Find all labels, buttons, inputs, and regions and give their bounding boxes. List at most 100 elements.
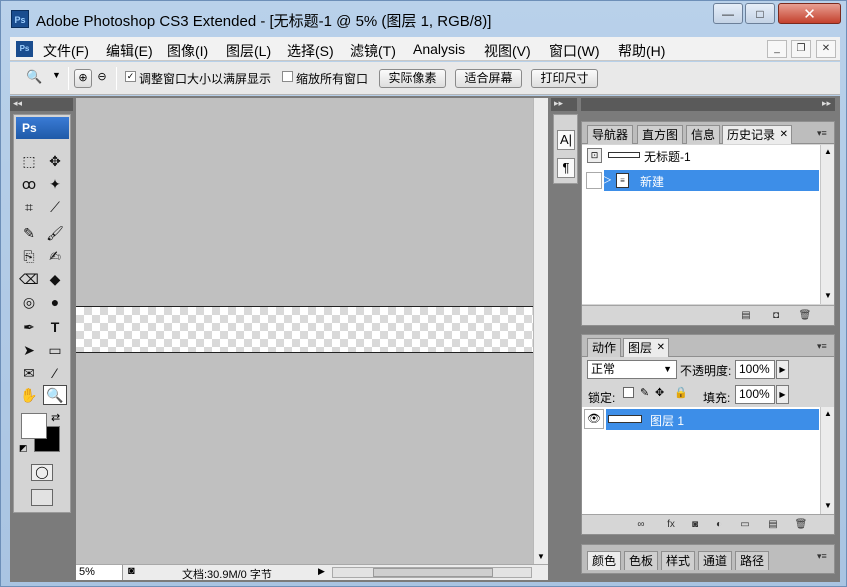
camera-icon[interactable]: ◘: [769, 310, 783, 322]
crop-tool-icon[interactable]: ⌗: [17, 197, 41, 217]
opacity-field[interactable]: 100%: [735, 360, 775, 379]
tab-navigator[interactable]: 导航器: [587, 125, 634, 144]
status-info-icon[interactable]: ◙: [128, 565, 135, 577]
trash-icon[interactable]: 🗑: [798, 310, 812, 322]
scroll-up-icon[interactable]: ▲: [824, 147, 832, 156]
menu-select[interactable]: 选择(S): [287, 41, 334, 61]
lock-move-icon[interactable]: ✥: [655, 386, 664, 399]
new-group-icon[interactable]: ▭: [738, 519, 752, 531]
screen-mode-icon[interactable]: [31, 489, 53, 506]
resize-windows-checkbox[interactable]: ✓: [125, 71, 136, 82]
zoom-in-button[interactable]: ⊕: [74, 69, 92, 88]
new-layer-icon[interactable]: ▤: [766, 519, 780, 531]
visibility-eye-icon[interactable]: 👁: [584, 409, 604, 429]
scroll-up-icon[interactable]: ▲: [824, 409, 832, 418]
panel-menu-icon[interactable]: ▾≡: [817, 551, 831, 561]
new-document-from-state-icon[interactable]: ▤: [739, 310, 753, 322]
tab-histogram[interactable]: 直方图: [637, 125, 684, 144]
snapshot-source-icon[interactable]: ⊡: [587, 148, 602, 163]
vertical-scrollbar[interactable]: ▼: [533, 98, 548, 564]
dodge-tool-icon[interactable]: ●: [43, 292, 67, 312]
menu-image[interactable]: 图像(I): [167, 41, 208, 61]
history-state-row[interactable]: ▷ ≡ 新建: [602, 170, 819, 191]
doc-minimize-button[interactable]: _: [767, 40, 787, 58]
close-tab-icon[interactable]: ✕: [657, 339, 665, 357]
tab-channels[interactable]: 通道: [698, 551, 733, 570]
toolbox-collapse-bar[interactable]: ◂◂: [10, 98, 73, 111]
healing-brush-tool-icon[interactable]: ✎: [17, 223, 41, 243]
menu-edit[interactable]: 编辑(E): [106, 41, 153, 61]
zoom-all-windows-checkbox[interactable]: [282, 71, 293, 82]
collapse-arrows-icon[interactable]: ▸▸: [822, 98, 831, 109]
zoom-tool-icon[interactable]: 🔍: [43, 385, 67, 405]
adjustment-layer-icon[interactable]: ◐: [712, 519, 726, 531]
pen-tool-icon[interactable]: ✒: [17, 317, 41, 337]
lock-transparency-icon[interactable]: [623, 387, 634, 398]
paint-bucket-tool-icon[interactable]: ◆: [43, 269, 67, 289]
lock-brush-icon[interactable]: ✎: [640, 386, 649, 399]
scroll-thumb[interactable]: [373, 568, 493, 577]
type-tool-icon[interactable]: T: [43, 317, 67, 337]
panel-menu-icon[interactable]: ▾≡: [817, 128, 831, 138]
trash-icon[interactable]: 🗑: [794, 519, 808, 531]
rectangle-tool-icon[interactable]: ▭: [43, 340, 67, 360]
lasso-tool-icon[interactable]: ꝏ: [17, 174, 41, 194]
tab-info[interactable]: 信息: [686, 125, 721, 144]
print-size-button[interactable]: 打印尺寸: [531, 69, 598, 88]
document-menu-icon[interactable]: Ps: [16, 41, 33, 57]
move-tool-icon[interactable]: ✥: [43, 151, 67, 171]
swap-colors-icon[interactable]: ⇄: [51, 411, 60, 424]
chevron-down-icon[interactable]: ▼: [52, 70, 61, 80]
clone-stamp-tool-icon[interactable]: ⎘: [17, 246, 41, 266]
menu-window[interactable]: 窗口(W): [549, 41, 600, 61]
brush-tool-icon[interactable]: 🖌: [43, 223, 67, 243]
actual-pixels-button[interactable]: 实际像素: [379, 69, 446, 88]
history-scrollbar[interactable]: ▲ ▼: [820, 145, 834, 304]
zoom-out-button[interactable]: ⊖: [94, 69, 110, 88]
layers-scrollbar[interactable]: ▲ ▼: [820, 407, 834, 514]
menu-layer[interactable]: 图层(L): [226, 41, 271, 61]
tab-swatches[interactable]: 色板: [624, 551, 659, 570]
tab-actions[interactable]: 动作: [587, 338, 622, 357]
tab-styles[interactable]: 样式: [661, 551, 696, 570]
close-button[interactable]: ✕: [778, 3, 841, 24]
menu-filter[interactable]: 滤镜(T): [350, 41, 396, 61]
eraser-tool-icon[interactable]: ⌫: [17, 269, 41, 289]
opacity-slider-arrow-icon[interactable]: ▶: [776, 360, 789, 379]
menu-file[interactable]: 文件(F): [43, 41, 89, 61]
maximize-button[interactable]: □: [745, 3, 775, 24]
path-selection-tool-icon[interactable]: ➤: [17, 340, 41, 360]
fill-field[interactable]: 100%: [735, 385, 775, 404]
panel-menu-icon[interactable]: ▾≡: [817, 341, 831, 351]
tab-color[interactable]: 颜色: [587, 551, 622, 570]
minimize-button[interactable]: —: [713, 3, 743, 24]
menu-analysis[interactable]: Analysis: [413, 41, 465, 57]
marquee-tool-icon[interactable]: ⬚: [17, 151, 41, 171]
slice-tool-icon[interactable]: ⟋: [43, 197, 67, 217]
scroll-down-icon[interactable]: ▼: [824, 501, 832, 510]
horizontal-scrollbar[interactable]: [332, 567, 532, 578]
document-canvas[interactable]: [76, 306, 533, 353]
magic-wand-tool-icon[interactable]: ✦: [43, 174, 67, 194]
layer-style-icon[interactable]: fx: [664, 519, 678, 531]
menu-help[interactable]: 帮助(H): [618, 41, 665, 61]
photoshop-app-icon[interactable]: Ps: [11, 10, 29, 28]
zoom-tool-preset-icon[interactable]: 🔍: [26, 69, 42, 85]
zoom-level-field[interactable]: 5%: [76, 565, 123, 580]
status-menu-arrow-icon[interactable]: ▶: [318, 566, 325, 577]
character-panel-icon[interactable]: A|: [557, 130, 575, 150]
collapse-arrows-icon[interactable]: ◂◂: [13, 98, 22, 109]
blur-tool-icon[interactable]: ◎: [17, 292, 41, 312]
fit-screen-button[interactable]: 适合屏幕: [455, 69, 522, 88]
doc-restore-button[interactable]: ❐: [791, 40, 811, 58]
layer-mask-icon[interactable]: ◙: [688, 519, 702, 531]
panels-collapse-bar[interactable]: ▸▸: [581, 98, 835, 111]
paragraph-panel-icon[interactable]: ¶: [557, 158, 575, 178]
toolbox-logo[interactable]: Ps: [16, 117, 69, 139]
scroll-down-icon[interactable]: ▼: [537, 552, 545, 561]
collapse-arrows-icon[interactable]: ▸▸: [554, 98, 563, 109]
history-brush-tool-icon[interactable]: ✍: [43, 246, 67, 266]
default-colors-icon[interactable]: ◩: [19, 443, 28, 454]
fill-slider-arrow-icon[interactable]: ▶: [776, 385, 789, 404]
layer-row[interactable]: 图层 1: [606, 409, 819, 430]
